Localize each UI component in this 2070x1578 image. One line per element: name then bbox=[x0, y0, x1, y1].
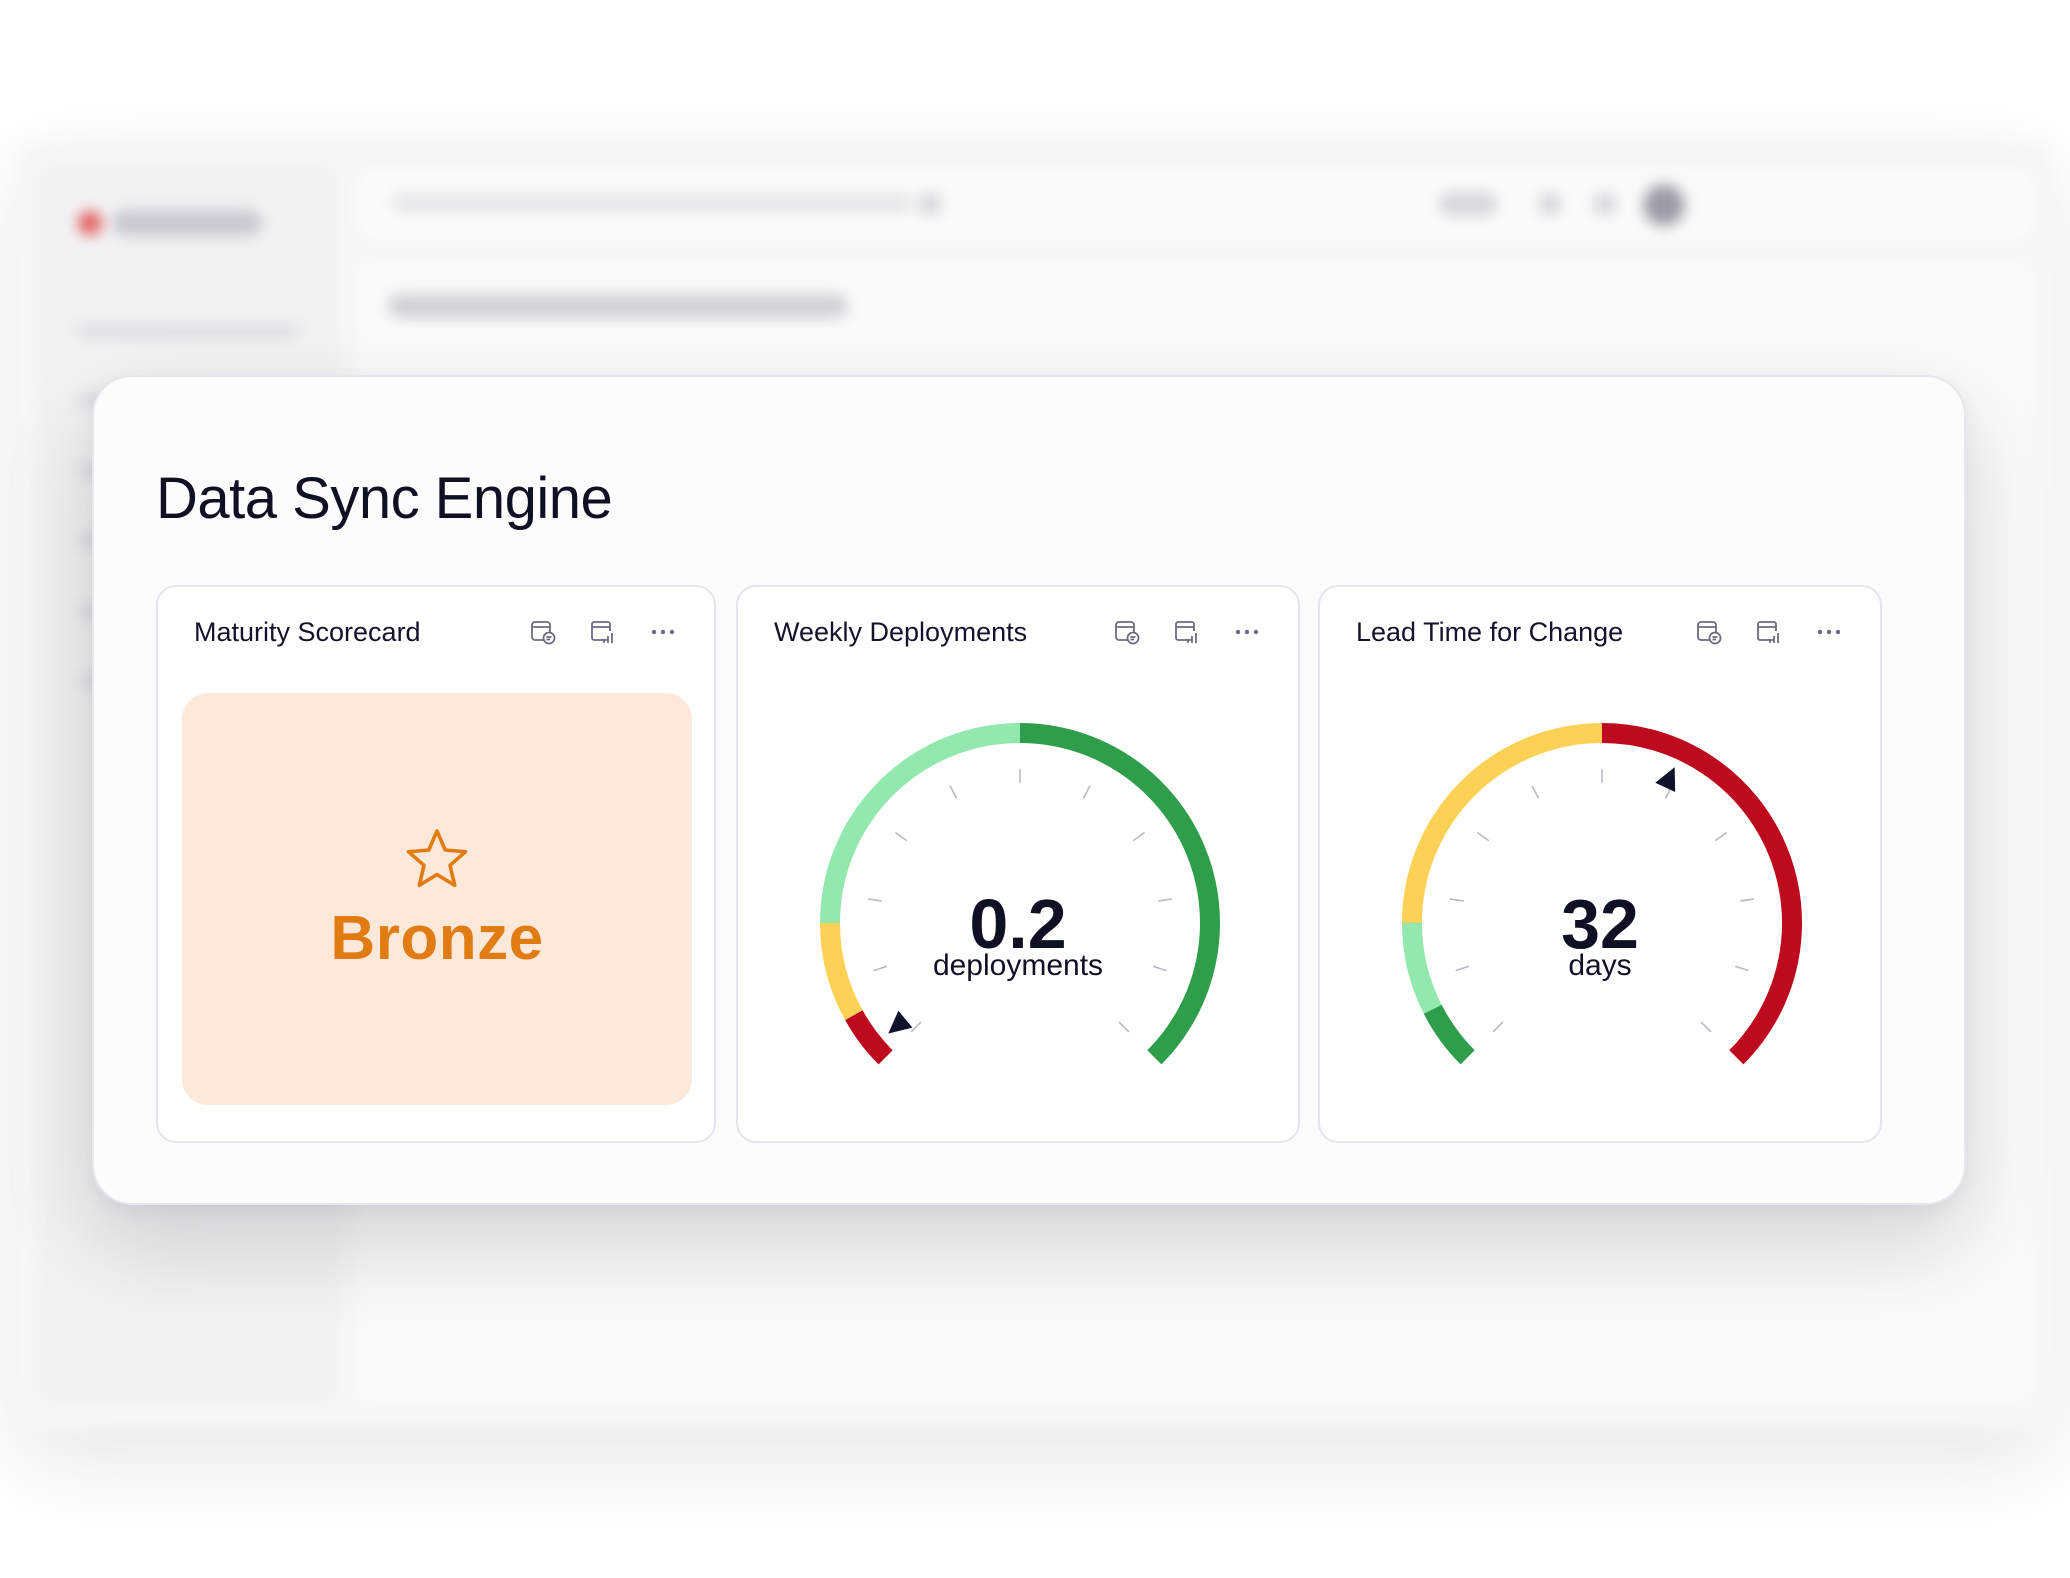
more-icon[interactable] bbox=[648, 617, 678, 647]
gauge-tick bbox=[1132, 831, 1146, 842]
gauge-tick bbox=[1714, 831, 1728, 842]
gauge-tick bbox=[1531, 785, 1540, 799]
gauge-segment-dark-green bbox=[1423, 1004, 1475, 1065]
weekly-deployments-widget: Weekly Deployments 0.2 deployments bbox=[736, 585, 1300, 1143]
widget-actions bbox=[528, 617, 678, 647]
gauge-tick bbox=[1700, 1021, 1712, 1033]
gauge-unit: days bbox=[1568, 949, 1632, 982]
gauge-tick bbox=[949, 785, 958, 799]
page-title: Data Sync Engine bbox=[156, 466, 613, 531]
background-topbar bbox=[358, 170, 2033, 240]
gauge-tick bbox=[1476, 831, 1490, 842]
chart-icon[interactable] bbox=[588, 617, 618, 647]
gauge-tick bbox=[1118, 1021, 1130, 1033]
service-card: Data Sync Engine Maturity Scorecard Bron… bbox=[92, 375, 1966, 1205]
star-outline-icon bbox=[406, 829, 468, 888]
gauge-segment-red bbox=[845, 1010, 893, 1065]
scorecard-level-tile: Bronze bbox=[182, 693, 692, 1105]
gauge-needle bbox=[1655, 767, 1676, 793]
background-logo bbox=[78, 210, 262, 236]
lead-time-widget: Lead Time for Change 32 days bbox=[1318, 585, 1882, 1143]
widget-title: Maturity Scorecard bbox=[194, 617, 421, 647]
scorecard-level: Bronze bbox=[330, 904, 544, 973]
maturity-scorecard-widget: Maturity Scorecard Bronze bbox=[156, 585, 716, 1143]
gauge-tick bbox=[1082, 785, 1091, 799]
lead-time-gauge bbox=[1402, 723, 1802, 1065]
deployments-gauge bbox=[820, 723, 1220, 1065]
gauge-tick bbox=[910, 1021, 922, 1033]
gauge-needle bbox=[888, 1010, 913, 1034]
comment-icon[interactable] bbox=[528, 617, 558, 647]
gauge-tick bbox=[1492, 1021, 1504, 1033]
gauge-unit: deployments bbox=[932, 949, 1104, 982]
gauge-tick bbox=[894, 831, 908, 842]
